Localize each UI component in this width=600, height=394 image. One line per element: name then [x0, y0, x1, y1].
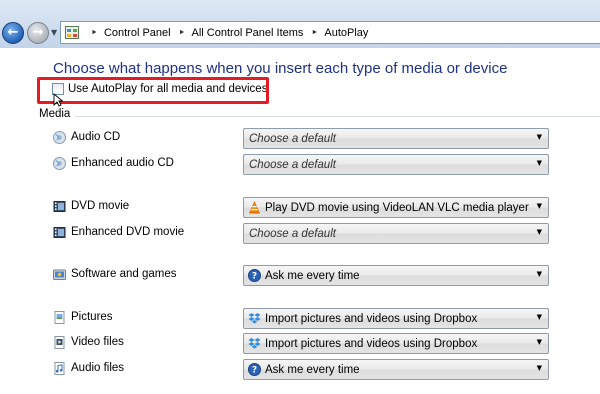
chevron-down-icon[interactable]: ▼	[537, 202, 542, 210]
media-label: DVD movie	[71, 200, 130, 212]
chevron-down-icon[interactable]: ▼	[537, 159, 542, 167]
video-files-icon	[54, 336, 65, 349]
audio-cd-icon	[53, 131, 66, 144]
media-row-audio-cd: Audio CD Choose a default ▼	[53, 128, 553, 150]
media-row-audio-files: Audio files ? Ask me every time ▼	[53, 359, 553, 381]
mouse-cursor-icon	[53, 93, 63, 107]
chevron-down-icon[interactable]: ▼	[537, 228, 542, 236]
ask-icon: ?	[248, 363, 261, 376]
dvd-movie-select[interactable]: Play DVD movie using VideoLAN VLC media …	[243, 197, 549, 218]
breadcrumb-autoplay[interactable]: AutoPlay	[324, 27, 368, 39]
software-and-games-select[interactable]: ? Ask me every time ▼	[243, 265, 549, 286]
select-value: Choose a default	[249, 158, 336, 171]
forward-arrow-icon: →	[32, 25, 44, 40]
highlight-annotation	[37, 77, 269, 104]
audio-files-icon	[54, 362, 65, 375]
chevron-down-icon[interactable]: ▼	[537, 338, 542, 346]
enhanced-audio-cd-icon	[53, 157, 66, 170]
section-media-label: Media	[39, 108, 71, 120]
select-value: Choose a default	[249, 227, 336, 240]
dvd-movie-icon	[53, 201, 66, 212]
media-label: Audio CD	[71, 131, 121, 143]
svg-text:?: ?	[252, 366, 257, 376]
back-arrow-icon: ←	[7, 25, 19, 40]
page-title: Choose what happens when you insert each…	[53, 60, 508, 77]
breadcrumb-separator-icon[interactable]: ►	[91, 29, 98, 36]
media-row-enhanced-audio-cd: Enhanced audio CD Choose a default ▼	[53, 154, 553, 176]
select-value: Choose a default	[249, 132, 336, 145]
chevron-down-icon[interactable]: ▼	[537, 133, 542, 141]
enhanced-dvd-movie-select[interactable]: Choose a default ▼	[243, 223, 549, 244]
media-row-pictures: Pictures Import pictures and videos usin…	[53, 308, 553, 330]
back-button[interactable]: ←	[2, 22, 24, 44]
breadcrumb-control-panel[interactable]: Control Panel	[104, 27, 171, 39]
media-row-dvd-movie: DVD movie Play DVD movie using VideoLAN …	[53, 197, 553, 219]
svg-text:?: ?	[252, 272, 257, 282]
pictures-icon	[54, 311, 65, 324]
media-row-video-files: Video files Import pictures and videos u…	[53, 333, 553, 355]
media-row-enhanced-dvd-movie: Enhanced DVD movie Choose a default ▼	[53, 223, 553, 245]
breadcrumb-separator-icon[interactable]: ►	[311, 29, 318, 36]
select-value: Import pictures and videos using Dropbox	[265, 312, 478, 325]
history-dropdown-icon[interactable]: ▼	[51, 28, 57, 37]
vlc-icon	[249, 201, 260, 214]
dropbox-icon	[248, 338, 261, 349]
media-label: Pictures	[71, 311, 113, 323]
breadcrumb-all-items[interactable]: All Control Panel Items	[192, 27, 304, 39]
media-label: Software and games	[71, 268, 177, 280]
control-panel-icon	[65, 26, 79, 39]
select-value: Ask me every time	[265, 363, 360, 376]
select-value: Play DVD movie using VideoLAN VLC media …	[265, 201, 529, 214]
pictures-select[interactable]: Import pictures and videos using Dropbox…	[243, 308, 549, 329]
enhanced-dvd-movie-icon	[53, 227, 66, 238]
chevron-down-icon[interactable]: ▼	[537, 270, 542, 278]
software-games-icon	[53, 269, 66, 280]
breadcrumb-separator-icon[interactable]: ►	[179, 29, 186, 36]
dropbox-icon	[248, 313, 261, 324]
media-label: Video files	[71, 336, 124, 348]
media-label: Enhanced audio CD	[71, 157, 174, 169]
video-files-select[interactable]: Import pictures and videos using Dropbox…	[243, 333, 549, 354]
media-label: Audio files	[71, 362, 125, 374]
breadcrumb[interactable]: ► Control Panel ► All Control Panel Item…	[60, 21, 600, 44]
address-bar: ← → ▼ ► Control Panel ► All Control Pane…	[0, 0, 600, 48]
media-row-software-and-games: Software and games ? Ask me every time ▼	[53, 265, 553, 287]
section-divider	[75, 116, 600, 117]
select-value: Ask me every time	[265, 269, 360, 282]
audio-cd-select[interactable]: Choose a default ▼	[243, 128, 549, 149]
audio-files-select[interactable]: ? Ask me every time ▼	[243, 359, 549, 380]
media-label: Enhanced DVD movie	[71, 226, 185, 238]
chevron-down-icon[interactable]: ▼	[537, 364, 542, 372]
forward-button[interactable]: →	[27, 22, 49, 44]
ask-icon: ?	[248, 269, 261, 282]
select-value: Import pictures and videos using Dropbox	[265, 337, 478, 350]
chevron-down-icon[interactable]: ▼	[537, 313, 542, 321]
enhanced-audio-cd-select[interactable]: Choose a default ▼	[243, 154, 549, 175]
